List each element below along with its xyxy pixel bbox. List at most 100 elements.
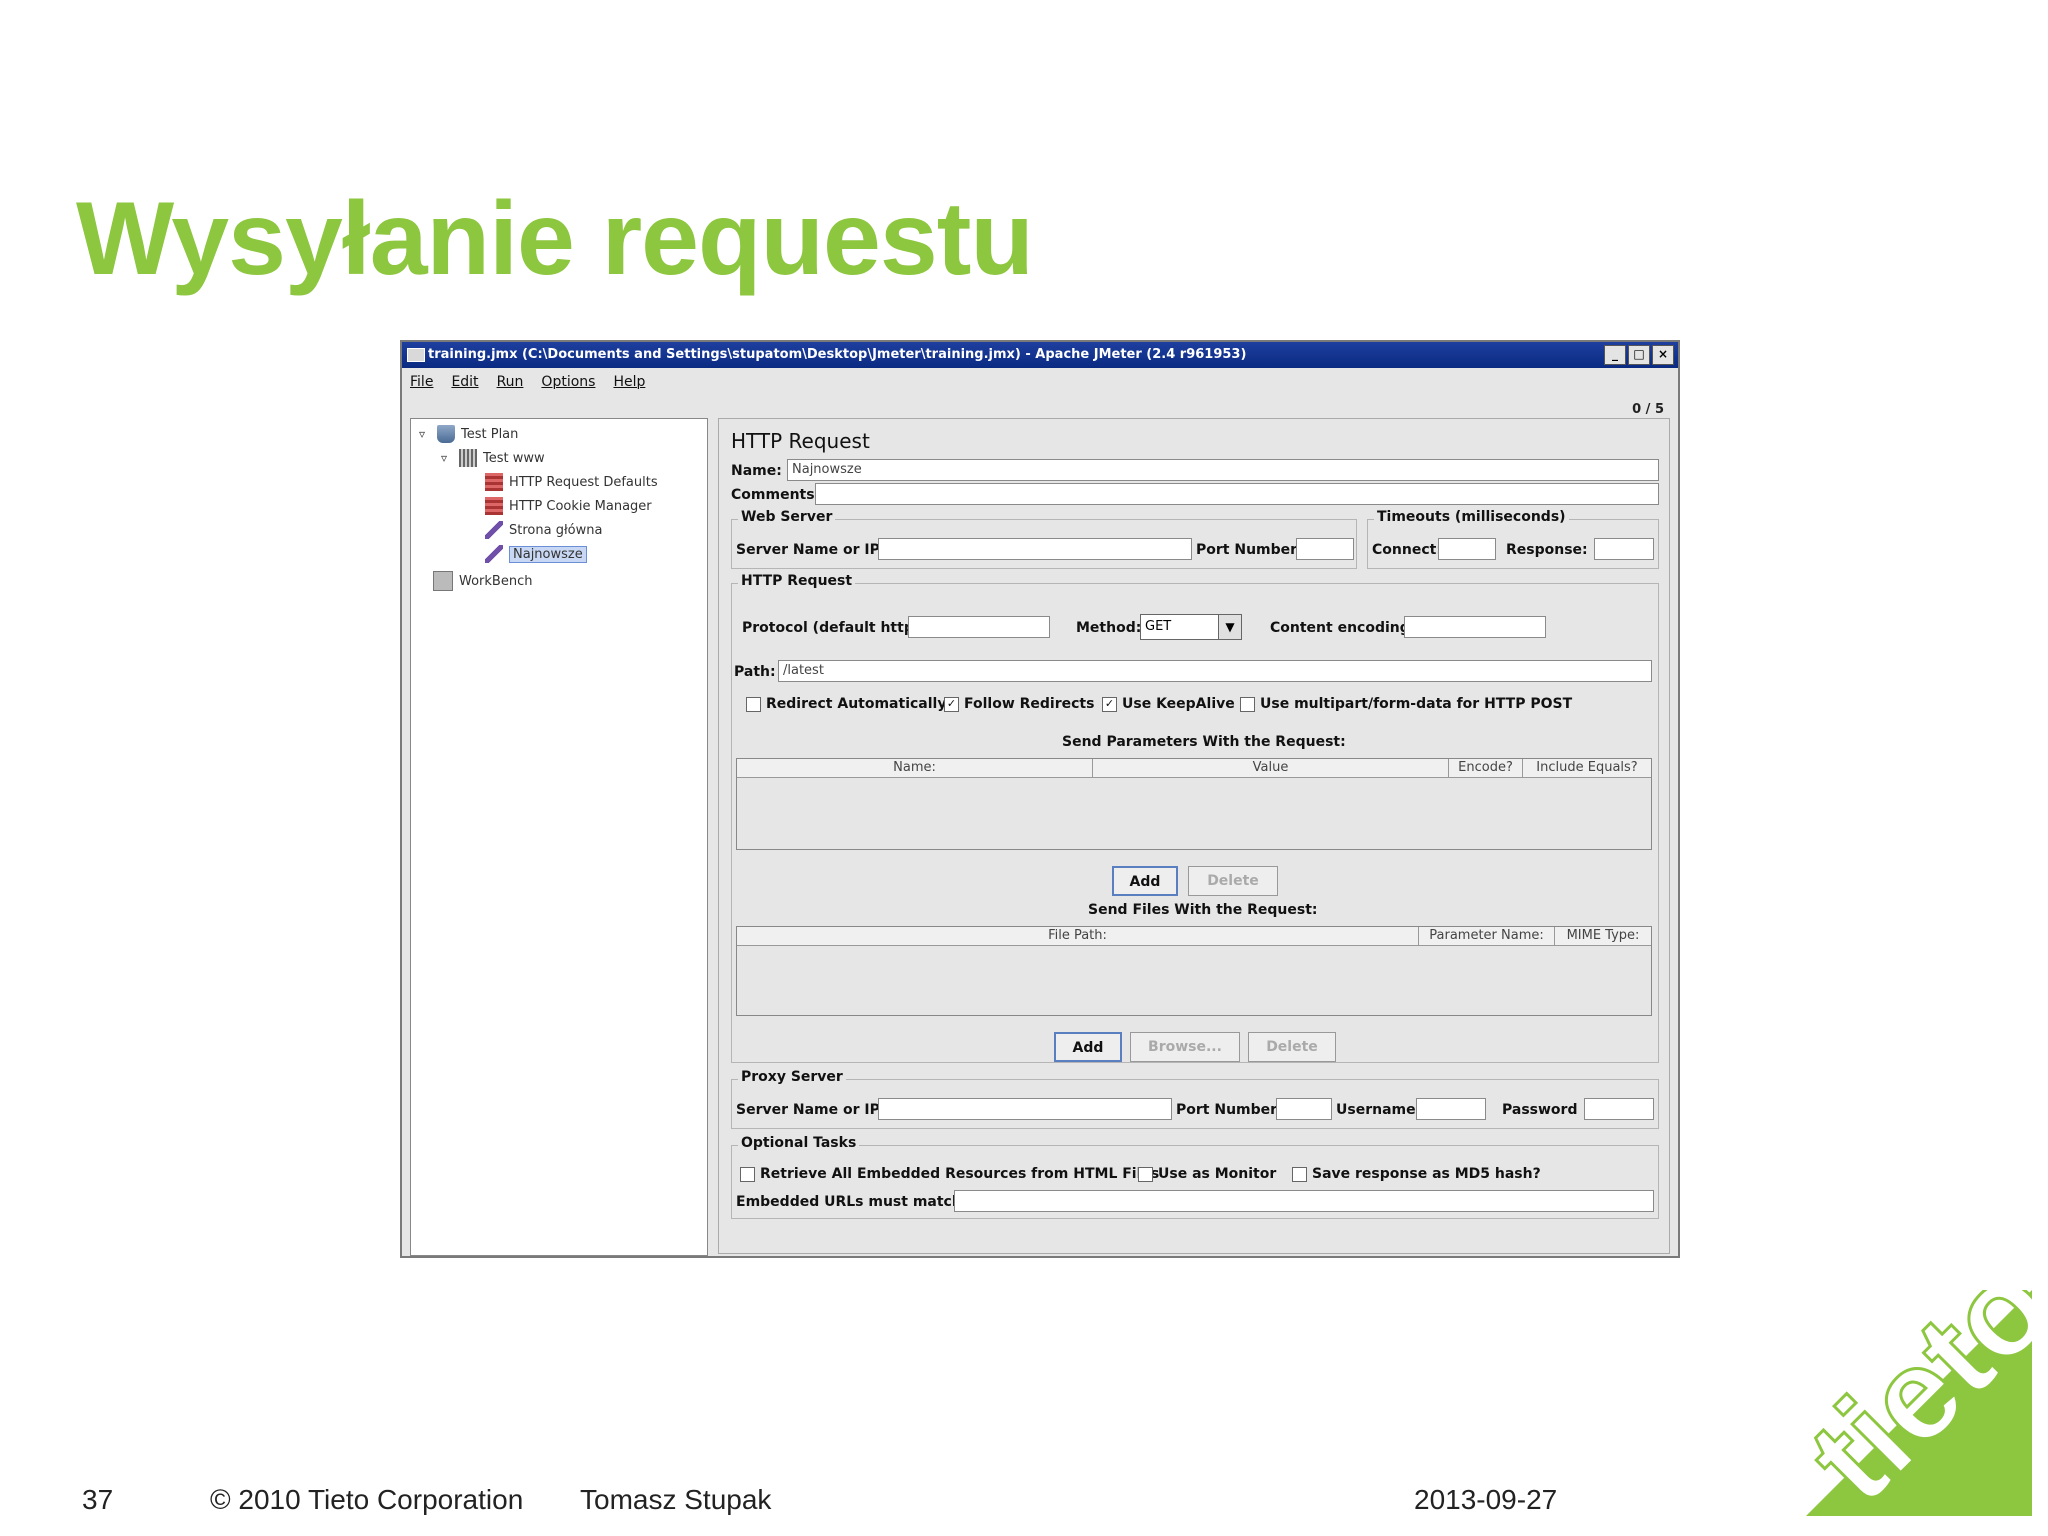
comments-label: Comments:: [731, 487, 821, 503]
proxy-server-input[interactable]: [878, 1098, 1172, 1120]
app-icon: [407, 348, 425, 362]
proxy-password-input[interactable]: [1584, 1098, 1654, 1120]
parameters-table[interactable]: Name: Value Encode? Include Equals?: [736, 758, 1652, 850]
name-input[interactable]: Najnowsze: [787, 459, 1659, 481]
checkbox-label: Follow Redirects: [964, 696, 1095, 712]
sampler-icon: [485, 521, 503, 539]
column-header-name[interactable]: Name:: [737, 759, 1093, 777]
column-header-parameter-name[interactable]: Parameter Name:: [1419, 927, 1555, 945]
menu-options[interactable]: Options: [541, 374, 595, 390]
server-name-input[interactable]: [878, 538, 1192, 560]
sampler-icon: [485, 545, 503, 563]
chevron-down-icon[interactable]: ▼: [1218, 615, 1241, 639]
proxy-server-group: Proxy Server Server Name or IP: Port Num…: [731, 1069, 1659, 1129]
checkbox-label: Retrieve All Embedded Resources from HTM…: [760, 1166, 1160, 1182]
http-request-panel: HTTP Request Name: Najnowsze Comments: W…: [718, 418, 1670, 1254]
column-header-mime-type[interactable]: MIME Type:: [1555, 927, 1651, 945]
comments-input[interactable]: [815, 483, 1659, 505]
proxy-port-input[interactable]: [1276, 1098, 1332, 1120]
retrieve-embedded-checkbox[interactable]: Retrieve All Embedded Resources from HTM…: [740, 1166, 1159, 1182]
protocol-input[interactable]: [908, 616, 1050, 638]
embedded-urls-label: Embedded URLs must match:: [736, 1194, 968, 1210]
send-files-title: Send Files With the Request:: [1088, 902, 1318, 918]
embedded-urls-input[interactable]: [954, 1190, 1654, 1212]
tree-label-selected: Najnowsze: [509, 545, 587, 563]
proxy-password-label: Password: [1502, 1102, 1578, 1118]
window-titlebar[interactable]: training.jmx (C:\Documents and Settings\…: [402, 342, 1678, 368]
window-title: training.jmx (C:\Documents and Settings\…: [428, 347, 1247, 362]
checkbox-unchecked-icon: [1138, 1166, 1153, 1182]
use-multipart-checkbox[interactable]: Use multipart/form-data for HTTP POST: [1240, 696, 1572, 712]
menu-file[interactable]: File: [410, 374, 433, 390]
response-timeout-input[interactable]: [1594, 538, 1654, 560]
tree-test-plan[interactable]: ▿ Test Plan: [419, 425, 518, 443]
tree-toggle-icon[interactable]: ▿: [419, 427, 431, 441]
close-icon[interactable]: ×: [1652, 345, 1674, 365]
save-md5-checkbox[interactable]: Save response as MD5 hash?: [1292, 1166, 1541, 1182]
tree-label: Test Plan: [461, 426, 519, 442]
delete-parameter-button[interactable]: Delete: [1188, 866, 1278, 896]
browse-button[interactable]: Browse...: [1130, 1032, 1240, 1062]
web-server-title: Web Server: [738, 509, 836, 525]
name-label: Name:: [731, 463, 782, 479]
column-header-value[interactable]: Value: [1093, 759, 1449, 777]
panel-heading: HTTP Request: [731, 429, 870, 453]
thread-group-icon: [459, 449, 477, 467]
tieto-logo: tieto: [1779, 1290, 2032, 1516]
content-encoding-input[interactable]: [1404, 616, 1546, 638]
menubar: File Edit Run Options Help: [402, 368, 1678, 396]
optional-tasks-group: Optional Tasks Retrieve All Embedded Res…: [731, 1135, 1659, 1219]
add-file-button[interactable]: Add: [1054, 1032, 1122, 1062]
checkbox-checked-icon: ✓: [944, 696, 959, 712]
port-number-input[interactable]: [1296, 538, 1354, 560]
files-table[interactable]: File Path: Parameter Name: MIME Type:: [736, 926, 1652, 1016]
proxy-username-label: Username: [1336, 1102, 1416, 1118]
tree-thread-group[interactable]: ▿ Test www: [441, 449, 545, 467]
http-request-title: HTTP Request: [738, 573, 856, 589]
minimize-icon[interactable]: _: [1604, 345, 1626, 365]
redirect-automatically-checkbox[interactable]: Redirect Automatically: [746, 696, 946, 712]
path-label: Path:: [734, 664, 776, 680]
thread-counter: 0 / 5: [1632, 402, 1664, 417]
tree-item-strona-glowna[interactable]: Strona główna: [485, 521, 602, 539]
proxy-username-input[interactable]: [1416, 1098, 1486, 1120]
menu-help[interactable]: Help: [613, 374, 645, 390]
tree-label: Strona główna: [509, 522, 603, 538]
use-keepalive-checkbox[interactable]: ✓ Use KeepAlive: [1102, 696, 1235, 712]
checkbox-checked-icon: ✓: [1102, 696, 1117, 712]
page-number: 37: [82, 1484, 114, 1515]
date: 2013-09-27: [1414, 1484, 1558, 1515]
method-select[interactable]: GET ▼: [1140, 614, 1242, 640]
use-as-monitor-checkbox[interactable]: Use as Monitor: [1138, 1166, 1276, 1182]
optional-tasks-title: Optional Tasks: [738, 1135, 860, 1151]
path-input[interactable]: /latest: [778, 660, 1652, 682]
menu-run[interactable]: Run: [497, 374, 524, 390]
tree-label: HTTP Cookie Manager: [509, 498, 652, 514]
maximize-icon[interactable]: □: [1628, 345, 1650, 365]
protocol-label: Protocol (default http):: [742, 620, 926, 636]
test-plan-icon: [437, 425, 455, 443]
proxy-server-label: Server Name or IP:: [736, 1102, 886, 1118]
add-parameter-button[interactable]: Add: [1112, 866, 1178, 896]
checkbox-unchecked-icon: [746, 696, 761, 712]
send-parameters-title: Send Parameters With the Request:: [1062, 734, 1346, 750]
column-header-file-path[interactable]: File Path:: [737, 927, 1419, 945]
tree-item-cookie-manager[interactable]: HTTP Cookie Manager: [485, 497, 652, 515]
follow-redirects-checkbox[interactable]: ✓ Follow Redirects: [944, 696, 1094, 712]
tree-workbench[interactable]: WorkBench: [433, 571, 532, 591]
tree-item-http-defaults[interactable]: HTTP Request Defaults: [485, 473, 658, 491]
connect-timeout-input[interactable]: [1438, 538, 1496, 560]
config-element-icon: [485, 497, 503, 515]
copyright: © 2010 Tieto Corporation: [210, 1484, 524, 1515]
column-header-include-equals[interactable]: Include Equals?: [1523, 759, 1651, 777]
menu-edit[interactable]: Edit: [451, 374, 478, 390]
tree-item-najnowsze[interactable]: Najnowsze: [485, 545, 587, 563]
delete-file-button[interactable]: Delete: [1248, 1032, 1336, 1062]
connect-label: Connect:: [1372, 542, 1442, 558]
column-header-encode[interactable]: Encode?: [1449, 759, 1523, 777]
proxy-port-label: Port Number:: [1176, 1102, 1283, 1118]
tree-toggle-icon[interactable]: ▿: [441, 451, 453, 465]
response-label: Response:: [1506, 542, 1588, 558]
server-name-label: Server Name or IP:: [736, 542, 886, 558]
port-number-label: Port Number:: [1196, 542, 1303, 558]
